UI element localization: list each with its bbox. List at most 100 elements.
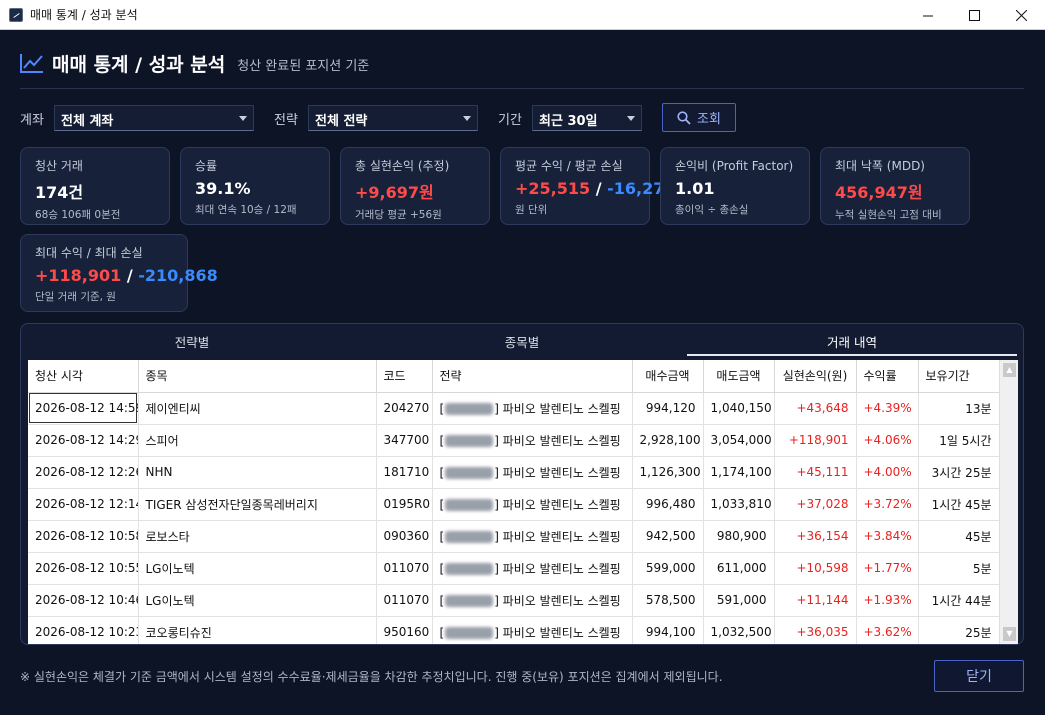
cell-buy-amount: 994,120: [632, 392, 704, 425]
chart-line-icon: [20, 54, 43, 73]
strategy-select[interactable]: 전체 전략: [308, 105, 478, 131]
stat-sub: 거래당 평균 +56원: [355, 209, 442, 221]
cell-close-time: 2026-08-12 10:55: [28, 552, 139, 585]
cell-buy-amount: 599,000: [632, 552, 704, 585]
redacted-text: [445, 435, 494, 447]
table-row[interactable]: 2026-08-12 12:26 NHN 181710 [] 파비오 발렌티노 스켈핑…: [28, 456, 1000, 489]
cell-code: 204270: [376, 392, 433, 425]
cell-code: 347700: [376, 424, 433, 457]
col-header[interactable]: 종목: [138, 360, 377, 393]
window-titlebar: 매매 통계 / 성과 분석: [0, 0, 1045, 30]
stat-card-avg-win-loss: 평균 수익 / 평균 손실 +25,515 / -16,277 원 단위: [500, 147, 676, 225]
strategy-select-value: 전체 전략: [315, 114, 368, 129]
table-row[interactable]: 2026-08-12 10:23 코오롱티슈진 950160 [] 파비오 발렌티노 …: [28, 616, 1000, 644]
cell-sell-amount: 591,000: [703, 584, 775, 617]
scroll-up-icon[interactable]: ▲: [1003, 363, 1016, 377]
table-row[interactable]: 2026-08-12 14:29 스피어 347700 [] 파비오 발렌티노 스켈핑…: [28, 424, 1000, 457]
cell-strategy: [] 파비오 발렌티노 스켈핑: [432, 616, 633, 644]
strategy-name: ] 파비오 발렌티노 스켈핑: [494, 465, 621, 480]
close-window-button[interactable]: [998, 0, 1044, 30]
table-scrollbar[interactable]: ▲ ▼: [999, 360, 1018, 644]
cell-realized-pnl: +37,028: [774, 488, 857, 521]
cell-close-time: 2026-08-12 10:46: [28, 584, 139, 617]
stat-card-max-win-loss: 최대 수익 / 최대 손실 +118,901 / -210,868 단일 거래 …: [20, 234, 218, 312]
stat-title: 최대 낙폭 (MDD): [835, 159, 925, 173]
stat-value: +25,515 / -16,277: [515, 179, 676, 198]
minimize-button[interactable]: [905, 0, 951, 30]
col-header[interactable]: 매수금액: [632, 360, 704, 393]
cell-stock: LG이노텍: [138, 584, 377, 617]
strategy-name: ] 파비오 발렌티노 스켈핑: [494, 433, 621, 448]
col-header[interactable]: 매도금액: [703, 360, 775, 393]
cell-strategy: [] 파비오 발렌티노 스켈핑: [432, 520, 633, 553]
col-header[interactable]: 보유기간: [918, 360, 1000, 393]
cell-holding-period: 1일 5시간: [918, 424, 1000, 457]
chevron-down-icon: [627, 116, 635, 121]
tab-by-strategy[interactable]: 전략별: [27, 332, 357, 356]
bracket: [: [439, 401, 445, 416]
page-header: 매매 통계 / 성과 분석 청산 완료된 포지션 기준: [20, 48, 369, 78]
bracket: [: [439, 625, 445, 640]
table-row[interactable]: 2026-08-12 10:46 LG이노텍 011070 [] 파비오 발렌티노 스…: [28, 584, 1000, 617]
table-header-row: 청산 시각 종목 코드 전략 매수금액 매도금액 실현손익(원) 수익률 보유기…: [28, 360, 1000, 393]
search-button[interactable]: 조회: [662, 103, 736, 132]
stat-card-total-pnl: 총 실현손익 (추정) +9,697원 거래당 평균 +56원: [340, 147, 490, 225]
cell-code: 950160: [376, 616, 433, 644]
cell-close-time: 2026-08-12 14:29: [28, 424, 139, 457]
cell-stock: TIGER 삼성전자단일종목레버리지: [138, 488, 377, 521]
cell-return: +1.93%: [856, 584, 919, 617]
redacted-text: [445, 627, 494, 639]
col-header[interactable]: 전략: [432, 360, 633, 393]
cell-return: +4.39%: [856, 392, 919, 425]
cell-stock: 로보스타: [138, 520, 377, 553]
col-header[interactable]: 실현손익(원): [774, 360, 857, 393]
stat-title: 평균 수익 / 평균 손실: [515, 159, 623, 173]
value-separator: /: [121, 266, 139, 285]
cell-code: 181710: [376, 456, 433, 489]
col-header[interactable]: 수익률: [856, 360, 919, 393]
bracket: [: [439, 433, 445, 448]
cell-close-time: 2026-08-12 14:59: [28, 392, 139, 425]
stat-title: 최대 수익 / 최대 손실: [35, 246, 143, 260]
strategy-name: ] 파비오 발렌티노 스켈핑: [494, 529, 621, 544]
close-button[interactable]: 닫기: [934, 660, 1024, 692]
table-row[interactable]: 2026-08-12 10:55 LG이노텍 011070 [] 파비오 발렌티노 스…: [28, 552, 1000, 585]
stat-value: +9,697원: [355, 183, 434, 202]
stat-value: 456,947원: [835, 183, 923, 202]
stat-value: 174건: [35, 183, 84, 202]
table-row[interactable]: 2026-08-12 12:14 TIGER 삼성전자단일종목레버리지 0195R0…: [28, 488, 1000, 521]
app-icon: [9, 7, 23, 22]
cell-close-time: 2026-08-12 10:58: [28, 520, 139, 553]
col-header[interactable]: 코드: [376, 360, 433, 393]
redacted-text: [445, 531, 494, 543]
col-header[interactable]: 청산 시각: [28, 360, 139, 393]
period-label: 기간: [498, 113, 522, 128]
redacted-text: [445, 595, 494, 607]
cell-realized-pnl: +45,111: [774, 456, 857, 489]
footnote: ※ 실현손익은 체결가 기준 금액에서 시스템 설정의 수수료율·제세금율을 차…: [20, 670, 723, 684]
maximize-button[interactable]: [951, 0, 997, 30]
stat-card-winrate: 승률 39.1% 최대 연속 10승 / 12패: [180, 147, 330, 225]
table-row[interactable]: 2026-08-12 14:59 제이엔티씨 204270 [] 파비오 발렌티노 스…: [28, 392, 1000, 425]
strategy-name: ] 파비오 발렌티노 스켈핑: [494, 561, 621, 576]
cell-strategy: [] 파비오 발렌티노 스켈핑: [432, 552, 633, 585]
stat-sub: 68승 106패 0본전: [35, 209, 121, 221]
cell-sell-amount: 1,040,150: [703, 392, 775, 425]
avg-win-value: +25,515: [515, 179, 591, 198]
cell-sell-amount: 1,032,500: [703, 616, 775, 644]
cell-buy-amount: 1,126,300: [632, 456, 704, 489]
trade-table[interactable]: 청산 시각 종목 코드 전략 매수금액 매도금액 실현손익(원) 수익률 보유기…: [28, 360, 1018, 644]
period-select[interactable]: 최근 30일: [532, 105, 642, 131]
cell-realized-pnl: +118,901: [774, 424, 857, 457]
tab-by-stock[interactable]: 종목별: [357, 332, 687, 356]
cell-sell-amount: 980,900: [703, 520, 775, 553]
cell-return: +3.72%: [856, 488, 919, 521]
table-row[interactable]: 2026-08-12 10:58 로보스타 090360 [] 파비오 발렌티노 스켈…: [28, 520, 1000, 553]
tab-trade-history[interactable]: 거래 내역: [687, 332, 1017, 356]
bracket: [: [439, 497, 445, 512]
stat-sub: 총이익 ÷ 총손실: [675, 204, 749, 216]
account-select[interactable]: 전체 계좌: [54, 105, 254, 131]
cell-stock: 코오롱티슈진: [138, 616, 377, 644]
scroll-down-icon[interactable]: ▼: [1003, 627, 1016, 641]
cell-holding-period: 13분: [918, 392, 1000, 425]
